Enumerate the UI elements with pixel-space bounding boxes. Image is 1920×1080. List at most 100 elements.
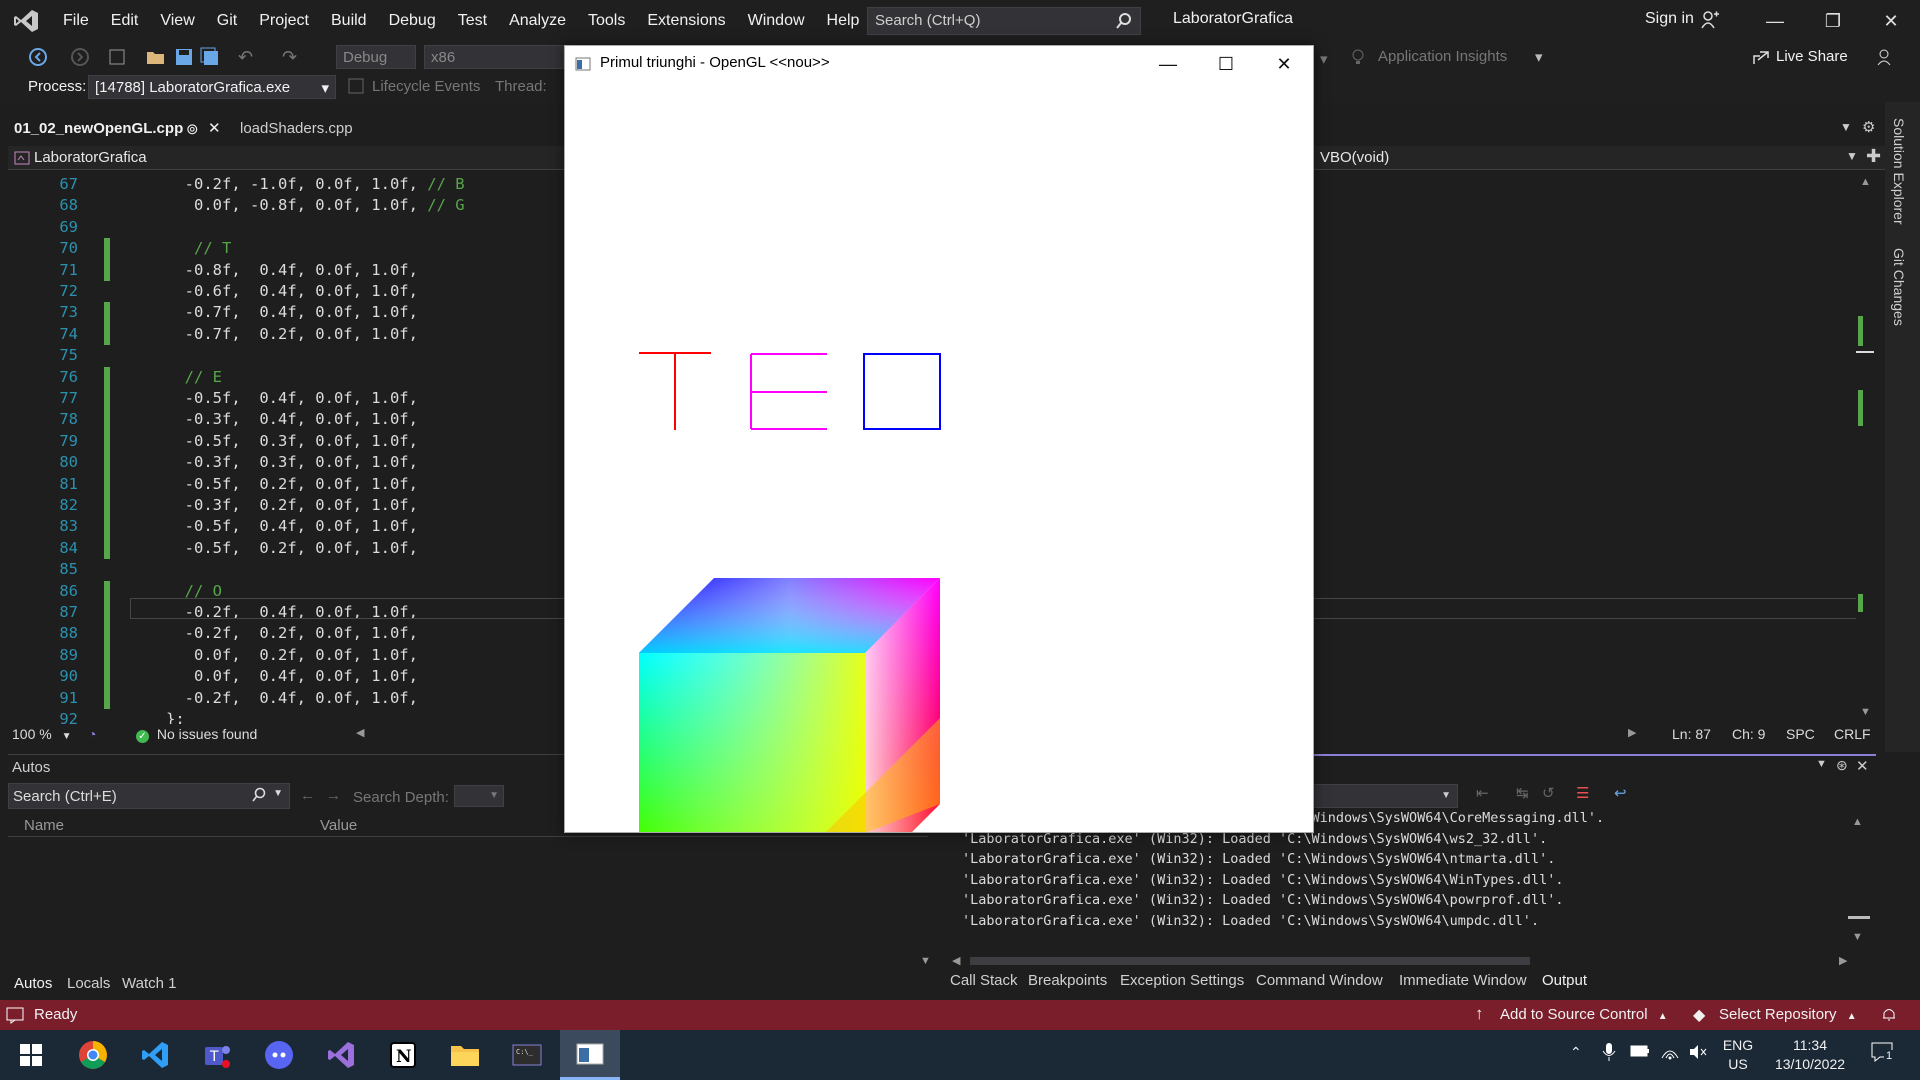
- maximize-icon[interactable]: ☐: [1197, 46, 1255, 82]
- volume-muted-icon[interactable]: [1688, 1043, 1708, 1065]
- tab-loadshaders[interactable]: loadShaders.cpp: [234, 118, 404, 142]
- save-all-icon[interactable]: [200, 47, 220, 71]
- microphone-icon[interactable]: [1602, 1042, 1616, 1066]
- wifi-icon[interactable]: [1660, 1042, 1680, 1064]
- tab-solution-explorer[interactable]: Solution Explorer: [1891, 118, 1907, 225]
- tray-overflow-icon[interactable]: ⌃: [1570, 1044, 1582, 1061]
- chrome-icon[interactable]: [70, 1036, 116, 1074]
- chevron-down-icon[interactable]: ▼: [1846, 149, 1858, 163]
- split-view-icon[interactable]: ✚: [1866, 146, 1881, 167]
- menu-item-window[interactable]: Window: [737, 0, 816, 42]
- opengl-render-canvas[interactable]: [565, 82, 1313, 879]
- search-previous-icon[interactable]: ←: [300, 787, 315, 804]
- editor-scrollbar[interactable]: ▲ ▼: [1856, 176, 1874, 720]
- menu-item-debug[interactable]: Debug: [378, 0, 447, 42]
- close-panel-icon[interactable]: ✕: [1856, 757, 1869, 775]
- line-number[interactable]: Ln: 87: [1672, 726, 1711, 742]
- battery-icon[interactable]: [1630, 1044, 1650, 1062]
- issues-indicator[interactable]: ✓ No issues found: [136, 726, 257, 743]
- tab-watch-1[interactable]: Watch 1: [122, 975, 176, 992]
- scroll-down-icon[interactable]: ▼: [1860, 706, 1871, 718]
- column-number[interactable]: Ch: 9: [1732, 726, 1765, 742]
- redo-icon[interactable]: ↷: [282, 47, 297, 68]
- tab-command-window[interactable]: Command Window: [1256, 972, 1383, 989]
- menu-item-view[interactable]: View: [149, 0, 205, 42]
- select-repository-button[interactable]: Select Repository ▲: [1719, 1006, 1857, 1023]
- menu-item-project[interactable]: Project: [248, 0, 320, 42]
- scroll-left-icon[interactable]: ◀: [356, 726, 364, 739]
- menu-item-build[interactable]: Build: [320, 0, 378, 42]
- tab-exception-settings[interactable]: Exception Settings: [1120, 972, 1244, 989]
- visual-studio-logo-icon[interactable]: [0, 0, 52, 42]
- toolbar-options-icon[interactable]: ▾: [1535, 48, 1543, 66]
- new-project-icon[interactable]: [108, 48, 128, 70]
- scroll-up-icon[interactable]: ▲: [1860, 176, 1871, 188]
- member-nav-dropdown[interactable]: VBO(void): [1320, 149, 1389, 166]
- scroll-right-icon[interactable]: ▶: [1839, 954, 1847, 967]
- intellicode-icon[interactable]: ◔: [88, 726, 96, 742]
- previous-message-icon[interactable]: ↹: [1516, 784, 1529, 802]
- opengl-window-icon[interactable]: [560, 1030, 620, 1080]
- scroll-left-icon[interactable]: ◀: [952, 954, 960, 967]
- pin-person-icon[interactable]: [1876, 48, 1894, 70]
- autos-search-input[interactable]: Search (Ctrl+E) ▼: [8, 783, 290, 809]
- visual-studio-icon[interactable]: [318, 1036, 364, 1074]
- open-folder-icon[interactable]: [146, 48, 166, 70]
- column-header-value[interactable]: Value: [320, 817, 357, 834]
- tab-01-02-newopengl[interactable]: 01_02_newOpenGL.cpp ⊚ ✕: [8, 118, 221, 142]
- pin-icon[interactable]: ⊚: [186, 120, 199, 138]
- minimize-icon[interactable]: —: [1139, 46, 1197, 82]
- configuration-dropdown[interactable]: Debug: [336, 45, 416, 69]
- close-tab-icon[interactable]: ✕: [208, 119, 221, 137]
- notion-icon[interactable]: N: [380, 1036, 426, 1074]
- search-depth-dropdown[interactable]: ▼: [454, 785, 504, 807]
- clock[interactable]: 11:34 13/10/2022: [1764, 1036, 1856, 1074]
- console-app-icon[interactable]: C:\_: [504, 1036, 550, 1074]
- menu-item-tools[interactable]: Tools: [577, 0, 636, 42]
- opengl-titlebar[interactable]: Primul triunghi - OpenGL <<nou>> — ☐ ✕: [565, 46, 1313, 82]
- process-dropdown[interactable]: [14788] LaboratorGrafica.exe ▾: [88, 75, 336, 99]
- scroll-down-icon[interactable]: ▼: [920, 955, 931, 967]
- tab-locals[interactable]: Locals: [67, 975, 110, 992]
- close-icon[interactable]: ✕: [1255, 46, 1313, 82]
- clear-all-icon[interactable]: ☰: [1576, 784, 1589, 802]
- search-next-icon[interactable]: →: [326, 787, 341, 804]
- find-message-icon[interactable]: ⇤: [1476, 784, 1489, 802]
- menu-item-test[interactable]: Test: [447, 0, 498, 42]
- close-icon[interactable]: ✕: [1862, 0, 1920, 42]
- project-nav-dropdown[interactable]: LaboratorGrafica: [34, 149, 147, 166]
- toolbar-overflow-icon[interactable]: ▾: [1320, 50, 1328, 68]
- tab-output[interactable]: Output: [1542, 972, 1587, 989]
- menu-item-file[interactable]: File: [52, 0, 100, 42]
- forward-icon[interactable]: [70, 47, 90, 71]
- line-ending-mode[interactable]: CRLF: [1834, 726, 1871, 742]
- discord-icon[interactable]: [256, 1036, 302, 1074]
- tab-call-stack[interactable]: Call Stack: [950, 972, 1018, 989]
- opengl-window[interactable]: Primul triunghi - OpenGL <<nou>> — ☐ ✕: [564, 45, 1314, 879]
- notification-center-icon[interactable]: 1: [1870, 1040, 1896, 1068]
- scroll-down-icon[interactable]: ▼: [1852, 931, 1863, 943]
- tab-immediate-window[interactable]: Immediate Window: [1399, 972, 1527, 989]
- whitespace-mode[interactable]: SPC: [1786, 726, 1815, 742]
- zoom-dropdown[interactable]: 100 % ▼: [12, 726, 72, 742]
- gear-icon[interactable]: ⚙: [1862, 118, 1875, 136]
- scroll-up-icon[interactable]: ▲: [1852, 816, 1863, 828]
- tab-breakpoints[interactable]: Breakpoints: [1028, 972, 1107, 989]
- menu-item-extensions[interactable]: Extensions: [636, 0, 736, 42]
- teams-icon[interactable]: T: [194, 1036, 240, 1074]
- menu-item-git[interactable]: Git: [206, 0, 248, 42]
- back-icon[interactable]: [28, 47, 48, 71]
- undo-icon[interactable]: ↶: [238, 47, 253, 68]
- word-wrap-icon[interactable]: ↩: [1614, 784, 1627, 802]
- minimize-icon[interactable]: —: [1746, 0, 1804, 42]
- restore-icon[interactable]: ❐: [1804, 0, 1862, 42]
- application-insights-button[interactable]: Application Insights: [1378, 48, 1507, 65]
- save-icon[interactable]: [174, 47, 194, 71]
- add-to-source-control-button[interactable]: Add to Source Control ▲: [1500, 1006, 1668, 1023]
- panel-options-icon[interactable]: ▼: [1816, 758, 1827, 770]
- horizontal-scroll-thumb[interactable]: [970, 957, 1530, 965]
- tab-list-dropdown-icon[interactable]: ▼: [1840, 120, 1852, 134]
- column-header-name[interactable]: Name: [24, 817, 64, 834]
- sign-in-link[interactable]: Sign in: [1645, 10, 1694, 28]
- file-explorer-icon[interactable]: [442, 1036, 488, 1074]
